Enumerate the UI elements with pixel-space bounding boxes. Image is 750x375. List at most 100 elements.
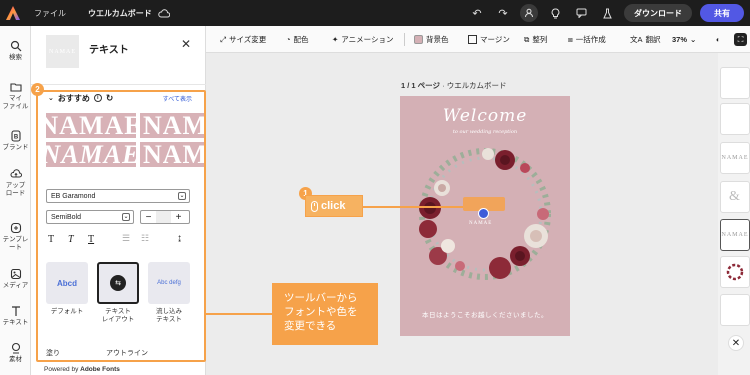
click-callout: click <box>305 195 363 217</box>
mouse-icon <box>311 200 318 212</box>
rail-template[interactable]: テンプレート <box>0 222 31 252</box>
click-connector-line <box>363 206 463 208</box>
adobe-express-logo[interactable] <box>0 0 26 26</box>
rotate-handle-icon[interactable] <box>478 208 489 219</box>
namae-text[interactable]: NAMAE <box>469 221 492 226</box>
arrange-button[interactable]: ⧉ 整列 <box>524 26 547 53</box>
rail-label-upload-1: アップ <box>5 182 26 189</box>
svg-text:B: B <box>13 135 18 141</box>
resize-button[interactable]: ⤢ サイズ変更 <box>220 26 266 53</box>
rail-label-assets: 素材 <box>9 356 22 363</box>
background-color-button[interactable]: 背景色 <box>414 26 449 53</box>
background-color-label: 背景色 <box>426 35 449 44</box>
fit-screen-icon[interactable]: ⛶ <box>734 26 747 53</box>
margin-icon <box>468 35 477 44</box>
selected-text-thumbnail: NAMAE <box>46 35 79 68</box>
chevron-down-icon: ⌄ <box>690 35 697 44</box>
note-line: 変更できる <box>284 320 337 332</box>
translate-icon: 文A <box>630 35 643 44</box>
margin-label: マージン <box>480 35 510 44</box>
search-icon <box>10 40 21 52</box>
rail-label-myfiles-2: ファイル <box>2 103 29 110</box>
rail-label-search: 検索 <box>9 54 22 61</box>
resize-icon: ⤢ <box>220 34 226 44</box>
animation-button[interactable]: ✦ アニメーション <box>332 26 394 53</box>
panel-divider <box>31 84 206 85</box>
template-icon <box>10 222 21 234</box>
share-button[interactable]: 共有 <box>700 4 744 22</box>
undo-icon[interactable]: ↶ <box>468 4 486 22</box>
step-2-badge: 2 <box>31 83 44 96</box>
rail-search[interactable]: 検索 <box>0 40 31 62</box>
upload-cloud-icon <box>10 169 22 178</box>
powered-brand: Adobe Fonts <box>80 366 120 373</box>
panel-title: テキスト <box>89 45 129 56</box>
page-thumbnail-active[interactable]: NAMAE <box>720 219 750 251</box>
rail-assets[interactable]: 素材 <box>0 342 31 364</box>
panel-close-icon[interactable]: ✕ <box>181 37 191 51</box>
file-menu[interactable]: ファイル <box>34 8 66 19</box>
rail-label-template: テンプレート <box>2 236 29 251</box>
brand-icon: B <box>10 130 21 142</box>
page-thumbnail[interactable] <box>720 103 750 135</box>
animation-label: アニメーション <box>341 35 394 44</box>
color-scheme-button[interactable]: ◔ 配色 <box>286 26 309 53</box>
cloud-icon <box>158 8 170 18</box>
rail-label-myfiles-1: マイ <box>9 95 22 102</box>
panel-highlight-box <box>36 90 206 362</box>
rail-text[interactable]: テキスト <box>0 305 31 327</box>
toolbar-note-callout: ツールバーから フォントや色を 変更できる <box>272 283 378 345</box>
note-line: ツールバーから <box>284 292 358 304</box>
page-thumbnail[interactable]: & <box>720 181 750 213</box>
translate-button[interactable]: 文A 翻訳 <box>630 26 661 53</box>
page-thumbnail[interactable]: NAMAE <box>720 142 750 174</box>
note-connector-line <box>206 313 272 315</box>
arrange-icon: ⧉ <box>524 34 530 44</box>
document-title[interactable]: ウエルカムボード <box>88 8 152 19</box>
animation-icon: ✦ <box>332 35 339 44</box>
resize-label: サイズ変更 <box>229 35 267 44</box>
page-thumbnail[interactable] <box>720 67 750 99</box>
rail-myfiles[interactable]: マイ ファイル <box>0 81 31 111</box>
flask-icon[interactable] <box>598 4 616 22</box>
wreath-thumb-icon <box>726 263 744 281</box>
theme-toggle-icon[interactable]: ◐ <box>716 26 721 53</box>
rail-label-text: テキスト <box>2 319 29 326</box>
note-line: フォントや色を <box>284 306 358 318</box>
redo-icon[interactable]: ↷ <box>494 4 512 22</box>
zoom-control[interactable]: 37% ⌄ <box>672 26 696 53</box>
rail-label-upload-2: ロード <box>5 190 26 197</box>
page-label: 1 / 1 ページ · ウエルカムボード <box>401 81 507 90</box>
powered-by: Powered by Adobe Fonts <box>44 366 120 373</box>
bulk-create-button[interactable]: ⧈ 一括作成 <box>568 26 606 53</box>
rail-media[interactable]: メディア <box>0 268 31 290</box>
context-toolbar: ⤢ サイズ変更 ◔ 配色 ✦ アニメーション 背景色 マージン ⧉ 整列 ⧈ 一括作成 文… <box>206 26 750 53</box>
page-name: ウエルカムボード <box>446 81 507 90</box>
background-swatch-icon <box>414 35 423 44</box>
page-thumbnail-text: NAMAE <box>721 232 749 238</box>
color-scheme-label: 配色 <box>293 35 309 44</box>
invite-user-icon[interactable] <box>520 4 538 22</box>
page-thumbnail-wreath[interactable] <box>720 256 750 288</box>
rail-brand[interactable]: B ブランド <box>0 130 31 152</box>
text-t-icon <box>11 306 20 316</box>
download-button[interactable]: ダウンロード <box>624 4 692 22</box>
zoom-value: 37% <box>672 35 688 44</box>
page-thumbnail-rail: NAMAE & NAMAE <box>718 53 750 375</box>
bulk-create-icon: ⧈ <box>568 34 573 44</box>
rail-label-brand: ブランド <box>2 144 29 151</box>
comment-icon[interactable] <box>572 4 590 22</box>
rail-upload[interactable]: アップ ロード <box>0 168 31 198</box>
close-icon[interactable]: ✕ <box>728 335 744 351</box>
page-thumbnail-text: NAMAE <box>721 155 749 161</box>
fit-screen-glyph: ⛶ <box>734 33 747 46</box>
adobe-express-icon <box>6 6 20 20</box>
page-thumbnail[interactable] <box>720 294 750 326</box>
margin-button[interactable]: マージン <box>468 26 510 53</box>
left-rail: 検索 マイ ファイル B ブランド アップ ロード テンプレート メディア テキ… <box>0 26 31 375</box>
page-footer-message[interactable]: 本日はようこそお越しくださいました。 <box>400 309 570 319</box>
lightbulb-icon[interactable] <box>546 4 564 22</box>
top-bar: ファイル ウエルカムボード ↶ ↷ ダウンロード 共有 <box>0 0 750 26</box>
media-icon <box>10 268 21 280</box>
rail-label-media: メディア <box>2 282 29 289</box>
